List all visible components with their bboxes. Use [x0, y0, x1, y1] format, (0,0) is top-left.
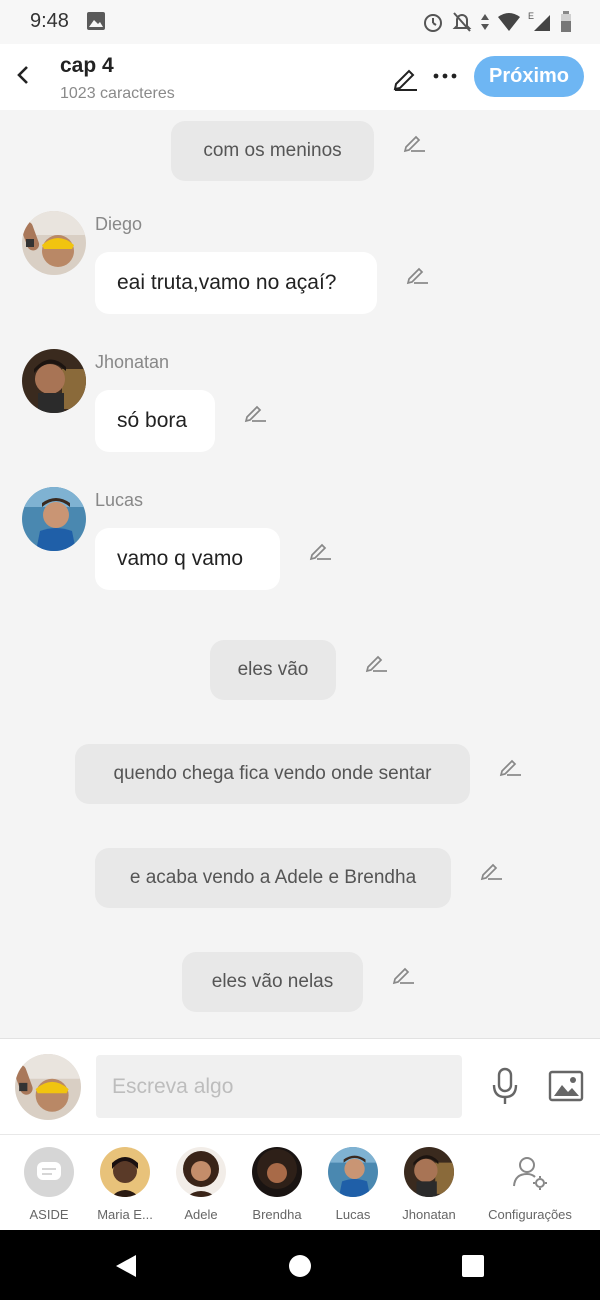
character-brendha[interactable]: Brendha	[239, 1147, 315, 1222]
pencil-icon[interactable]	[390, 62, 420, 92]
edit-message-icon[interactable]	[406, 262, 430, 286]
avatar-diego	[22, 211, 86, 275]
speaker-name: Diego	[95, 214, 143, 234]
character-jhonatan[interactable]: Jhonatan	[391, 1147, 467, 1222]
edit-message-icon[interactable]	[499, 754, 523, 778]
signal-icon: E	[528, 11, 550, 31]
arrow-left-icon[interactable]	[10, 60, 38, 90]
avatar	[176, 1147, 226, 1197]
next-button[interactable]: Próximo	[474, 56, 584, 97]
selected-character-avatar[interactable]	[15, 1054, 81, 1120]
message-input[interactable]	[96, 1055, 462, 1118]
avatar-lucas	[22, 487, 86, 551]
microphone-icon[interactable]	[490, 1067, 520, 1107]
character-aside[interactable]: ASIDE	[11, 1147, 87, 1222]
edit-message-icon[interactable]	[309, 538, 333, 562]
character-label: ASIDE	[29, 1207, 69, 1222]
more-horizontal-icon[interactable]	[431, 60, 459, 90]
edit-message-icon[interactable]	[244, 400, 268, 424]
circle-home-icon[interactable]	[288, 1254, 312, 1278]
chapter-title: cap 4	[60, 54, 114, 77]
character-settings[interactable]: Configurações	[478, 1147, 582, 1222]
character-bar: ASIDE Maria E... Adele Brendha Lucas Jho…	[0, 1134, 600, 1231]
narration-bubble[interactable]: e acaba vendo a Adele e Brendha	[95, 848, 451, 908]
data-arrows-icon	[481, 14, 489, 30]
character-lucas[interactable]: Lucas	[315, 1147, 391, 1222]
edit-message-icon[interactable]	[480, 858, 504, 882]
avatar	[252, 1147, 302, 1197]
character-maria[interactable]: Maria E...	[87, 1147, 163, 1222]
narration-bubble[interactable]: quendo chega fica vendo onde sentar	[75, 744, 470, 804]
character-count: 1023 caracteres	[60, 85, 175, 102]
square-recents-icon[interactable]	[462, 1255, 484, 1277]
chapter-header: cap 4 1023 caracteres Próximo	[0, 44, 600, 110]
chat-area[interactable]: com os meninos Diego eai truta,vamo no a…	[0, 110, 600, 1038]
character-label: Adele	[184, 1207, 218, 1222]
character-label: Configurações	[488, 1207, 572, 1222]
wifi-icon	[498, 13, 520, 31]
avatar	[100, 1147, 150, 1197]
chat-bubble-icon	[24, 1147, 74, 1197]
image-icon[interactable]	[548, 1069, 584, 1103]
dialogue-bubble[interactable]: vamo q vamo	[95, 528, 280, 590]
dialogue-bubble[interactable]: só bora	[95, 390, 215, 452]
character-label: Jhonatan	[402, 1207, 456, 1222]
status-icons: E	[422, 10, 572, 34]
edit-message-icon[interactable]	[403, 130, 427, 154]
status-time: 9:48	[30, 10, 69, 32]
speaker-name: Lucas	[95, 490, 144, 510]
alarm-icon	[424, 14, 442, 32]
svg-text:E: E	[528, 11, 534, 21]
narration-bubble[interactable]: eles vão	[210, 640, 336, 700]
character-label: Maria E...	[97, 1207, 153, 1222]
character-label: Lucas	[335, 1207, 371, 1222]
avatar	[328, 1147, 378, 1197]
triangle-back-icon[interactable]	[114, 1254, 138, 1278]
character-label: Brendha	[252, 1207, 302, 1222]
narration-bubble[interactable]: com os meninos	[171, 121, 374, 181]
speaker-name: Jhonatan	[95, 352, 170, 372]
character-adele[interactable]: Adele	[163, 1147, 239, 1222]
notifications-off-icon	[452, 12, 472, 32]
message-composer	[0, 1038, 600, 1135]
avatar-jhonatan	[22, 349, 86, 413]
dialogue-bubble[interactable]: eai truta,vamo no açaí?	[95, 252, 377, 314]
user-gear-icon	[505, 1147, 555, 1197]
edit-message-icon[interactable]	[392, 962, 416, 986]
edit-message-icon[interactable]	[365, 650, 389, 674]
status-bar: 9:48 E	[0, 0, 600, 44]
gallery-notification-icon	[87, 12, 105, 30]
system-navigation-bar	[0, 1230, 600, 1300]
battery-icon	[561, 11, 571, 32]
narration-bubble[interactable]: eles vão nelas	[182, 952, 363, 1012]
avatar	[404, 1147, 454, 1197]
